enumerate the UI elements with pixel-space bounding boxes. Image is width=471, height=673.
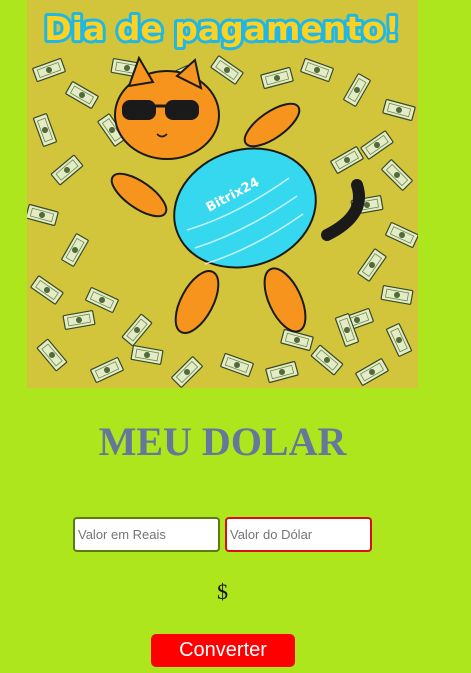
banner-text-decoration: Dia de pagamento! [41,6,403,51]
banner-text: Dia de pagamento! [44,9,400,48]
payday-cat-image: Bitrix24 Dia de pagamento! [27,0,418,388]
conversion-result: $ [217,579,228,604]
convert-button[interactable]: Converter [151,634,295,667]
dollar-rate-input[interactable] [225,517,372,552]
reais-input[interactable] [73,517,220,552]
page-title: MEU DOLAR [98,419,347,464]
